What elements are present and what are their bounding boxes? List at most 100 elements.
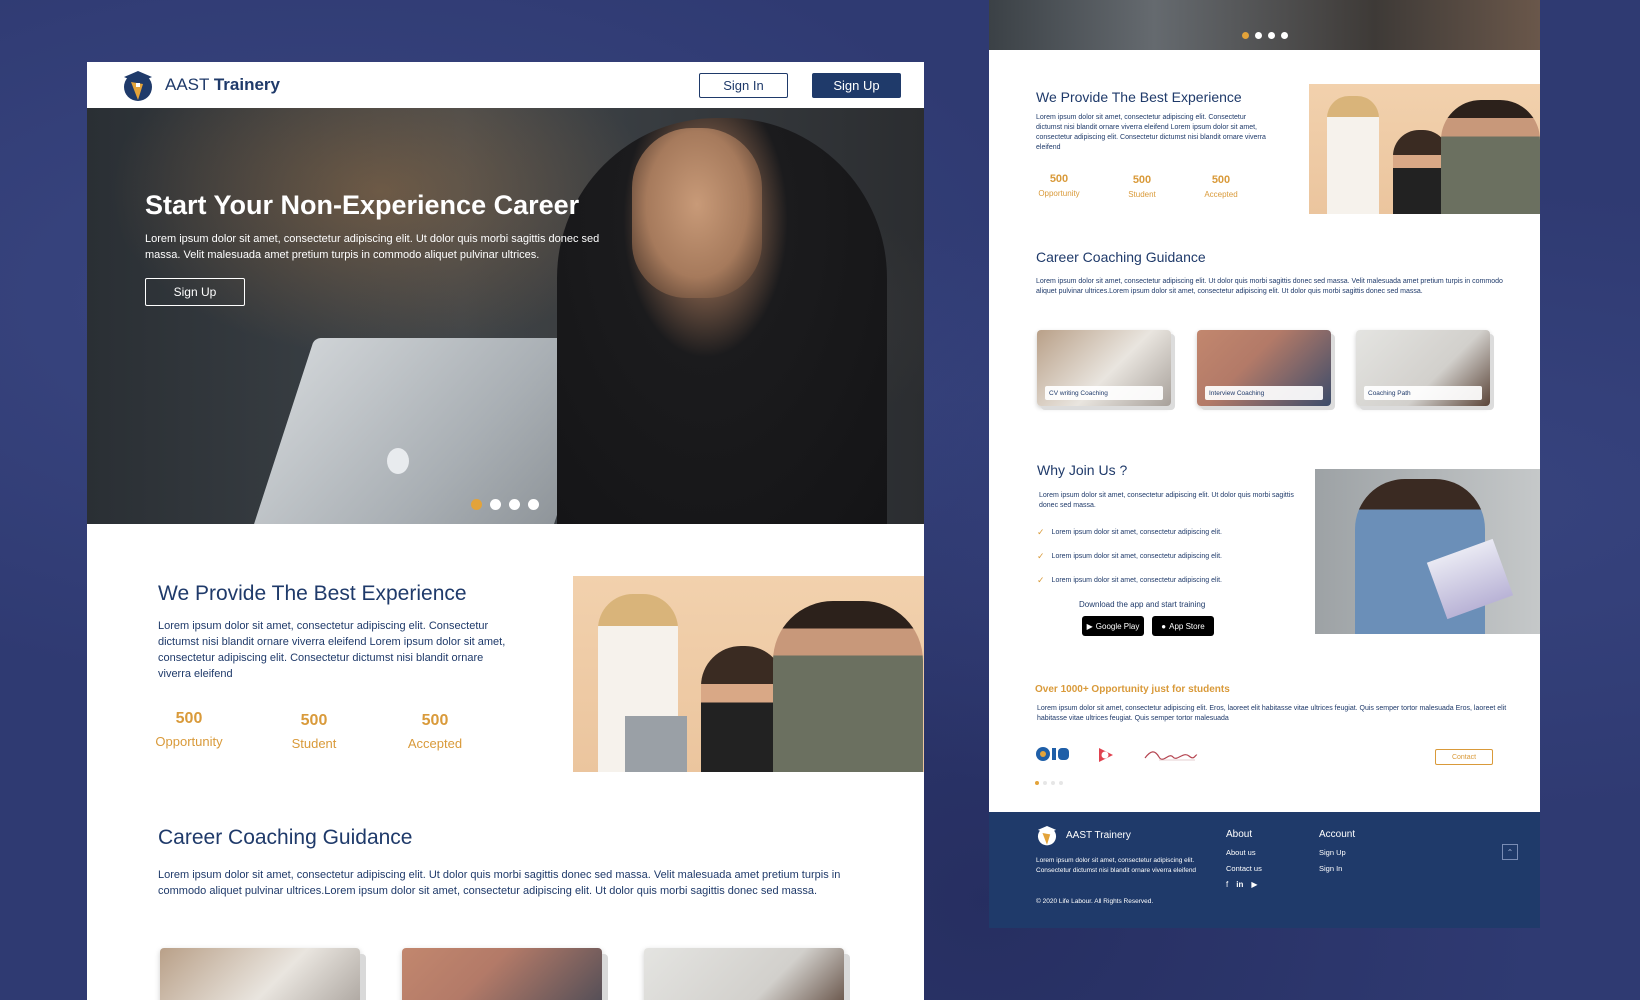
carousel-dot[interactable] — [528, 499, 539, 510]
apple-icon: ● — [1161, 621, 1167, 631]
experience-description: Lorem ipsum dolor sit amet, consectetur … — [158, 620, 506, 680]
footer-brand-name: AAST Trainery — [1066, 830, 1131, 841]
footer-link-about-us[interactable]: About us — [1226, 848, 1256, 857]
hero-banner: Start Your Non-Experience Career Lorem i… — [87, 108, 924, 524]
hero-title: Start Your Non-Experience Career — [145, 190, 580, 220]
desktop-page-preview: AAST Trainery Sign In Sign Up Start Your… — [87, 62, 924, 1000]
card-interview-coaching[interactable]: Interview Coaching — [1197, 330, 1331, 406]
check-icon: ✓ — [1037, 551, 1045, 561]
full-page-preview: We Provide The Best Experience Lorem ips… — [989, 0, 1540, 928]
carousel-dot[interactable] — [490, 499, 501, 510]
benefit-text: Lorem ipsum dolor sit amet, consectetur … — [1051, 529, 1222, 536]
coaching-title: Career Coaching Guidance — [158, 826, 413, 849]
stat-label: Opportunity — [1038, 189, 1080, 198]
student-photo — [1315, 469, 1540, 634]
partner-logo-red — [1096, 745, 1116, 765]
footer-logo-icon — [1036, 824, 1058, 846]
stat-value: 500 — [1211, 174, 1231, 186]
stat-label: Accepted — [1204, 190, 1238, 199]
team-person — [1441, 100, 1540, 214]
google-play-label: Google Play — [1095, 621, 1140, 631]
stat-label: Opportunity — [155, 734, 223, 749]
stat-label: Student — [291, 736, 337, 751]
footer-link-sign-up[interactable]: Sign Up — [1319, 848, 1346, 857]
card-coaching-path[interactable]: Coaching Path — [1356, 330, 1490, 406]
app-store-button[interactable]: ● App Store — [1152, 616, 1214, 636]
stat-accepted: 500 Accepted — [1193, 174, 1249, 199]
hero-carousel-dots — [1242, 32, 1288, 39]
brand-name-bold: Trainery — [213, 75, 280, 94]
footer-link-sign-in[interactable]: Sign In — [1319, 864, 1342, 873]
why-join-title: Why Join Us ? — [1037, 462, 1128, 478]
hero-sign-up-button[interactable]: Sign Up — [145, 278, 245, 306]
footer-copyright: © 2020 Life Labour. All Rights Reserved. — [1036, 898, 1154, 905]
carousel-dot[interactable] — [1043, 781, 1047, 785]
card-cv-writing[interactable]: CV writing Coaching — [1037, 330, 1171, 406]
carousel-dot[interactable] — [509, 499, 520, 510]
brand-name-light: AAST — [165, 75, 210, 94]
opportunity-description: Lorem ipsum dolor sit amet, consectetur … — [1037, 705, 1507, 722]
partners-carousel-dots — [1035, 781, 1063, 785]
linkedin-icon[interactable]: in — [1236, 880, 1243, 889]
carousel-dot[interactable] — [471, 499, 482, 510]
stat-value: 500 — [300, 712, 328, 729]
check-icon: ✓ — [1037, 527, 1045, 537]
benefit-item: ✓ Lorem ipsum dolor sit amet, consectetu… — [1037, 575, 1222, 586]
facebook-icon[interactable]: f — [1226, 880, 1228, 889]
footer-brand-text: Lorem ipsum dolor sit amet, consectetur … — [1036, 857, 1197, 874]
experience-description: Lorem ipsum dolor sit amet, consectetur … — [1036, 114, 1266, 151]
hero-apple-logo — [387, 448, 409, 474]
benefit-item: ✓ Lorem ipsum dolor sit amet, consectetu… — [1037, 551, 1222, 562]
carousel-dot[interactable] — [1051, 781, 1055, 785]
hero-person-face — [632, 128, 762, 298]
partner-logo-script — [1143, 748, 1199, 762]
card-label: Coaching Path — [1364, 386, 1482, 400]
card-cv-writing[interactable] — [160, 948, 360, 1000]
coaching-description: Lorem ipsum dolor sit amet, consectetur … — [158, 869, 841, 897]
card-label: Interview Coaching — [1205, 386, 1323, 400]
stat-value: 500 — [175, 710, 203, 727]
footer-social-icons: f in ▶ — [1226, 880, 1258, 889]
check-icon: ✓ — [1037, 575, 1045, 585]
top-navbar: AAST Trainery Sign In Sign Up — [87, 62, 924, 108]
card-label: CV writing Coaching — [1045, 386, 1163, 400]
benefit-item: ✓ Lorem ipsum dolor sit amet, consectetu… — [1037, 527, 1222, 538]
stat-label: Accepted — [407, 736, 463, 751]
carousel-dot[interactable] — [1281, 32, 1288, 39]
stat-value: 500 — [421, 712, 449, 729]
scroll-to-top-icon[interactable]: ⌃ — [1502, 844, 1518, 860]
why-join-description: Lorem ipsum dolor sit amet, consectetur … — [1039, 492, 1294, 509]
carousel-dot[interactable] — [1268, 32, 1275, 39]
team-person — [1327, 96, 1379, 214]
experience-title: We Provide The Best Experience — [1036, 89, 1242, 105]
stat-opportunity: 500 Opportunity — [149, 710, 229, 749]
logo-text: AAST Trainery — [165, 75, 280, 95]
stat-student: 500 Student — [1117, 174, 1167, 199]
google-play-button[interactable]: ▶ Google Play — [1082, 616, 1144, 636]
coaching-title: Career Coaching Guidance — [1036, 249, 1206, 265]
carousel-dot[interactable] — [1059, 781, 1063, 785]
sign-in-button[interactable]: Sign In — [699, 73, 788, 98]
partner-logo-cib — [1035, 746, 1071, 762]
contact-button[interactable]: Contact — [1435, 749, 1493, 765]
youtube-icon[interactable]: ▶ — [1251, 880, 1257, 889]
card-interview-coaching[interactable] — [402, 948, 602, 1000]
stat-student: 500 Student — [284, 712, 344, 751]
carousel-dot[interactable] — [1035, 781, 1039, 785]
footer: AAST Trainery Lorem ipsum dolor sit amet… — [989, 812, 1540, 928]
benefit-text: Lorem ipsum dolor sit amet, consectetur … — [1051, 577, 1222, 584]
card-coaching-path[interactable] — [644, 948, 844, 1000]
hero-description: Lorem ipsum dolor sit amet, consectetur … — [145, 233, 600, 261]
hero-carousel-dots — [471, 499, 539, 510]
play-icon: ▶ — [1086, 621, 1093, 631]
team-photo — [1309, 84, 1540, 214]
stat-accepted: 500 Accepted — [400, 712, 470, 751]
carousel-dot[interactable] — [1242, 32, 1249, 39]
footer-link-contact-us[interactable]: Contact us — [1226, 864, 1262, 873]
stat-opportunity: 500 Opportunity — [1029, 173, 1089, 198]
team-person — [773, 601, 923, 772]
opportunity-title: Over 1000+ Opportunity just for students — [1035, 684, 1230, 695]
logo-icon — [121, 68, 155, 102]
carousel-dot[interactable] — [1255, 32, 1262, 39]
sign-up-button[interactable]: Sign Up — [812, 73, 901, 98]
